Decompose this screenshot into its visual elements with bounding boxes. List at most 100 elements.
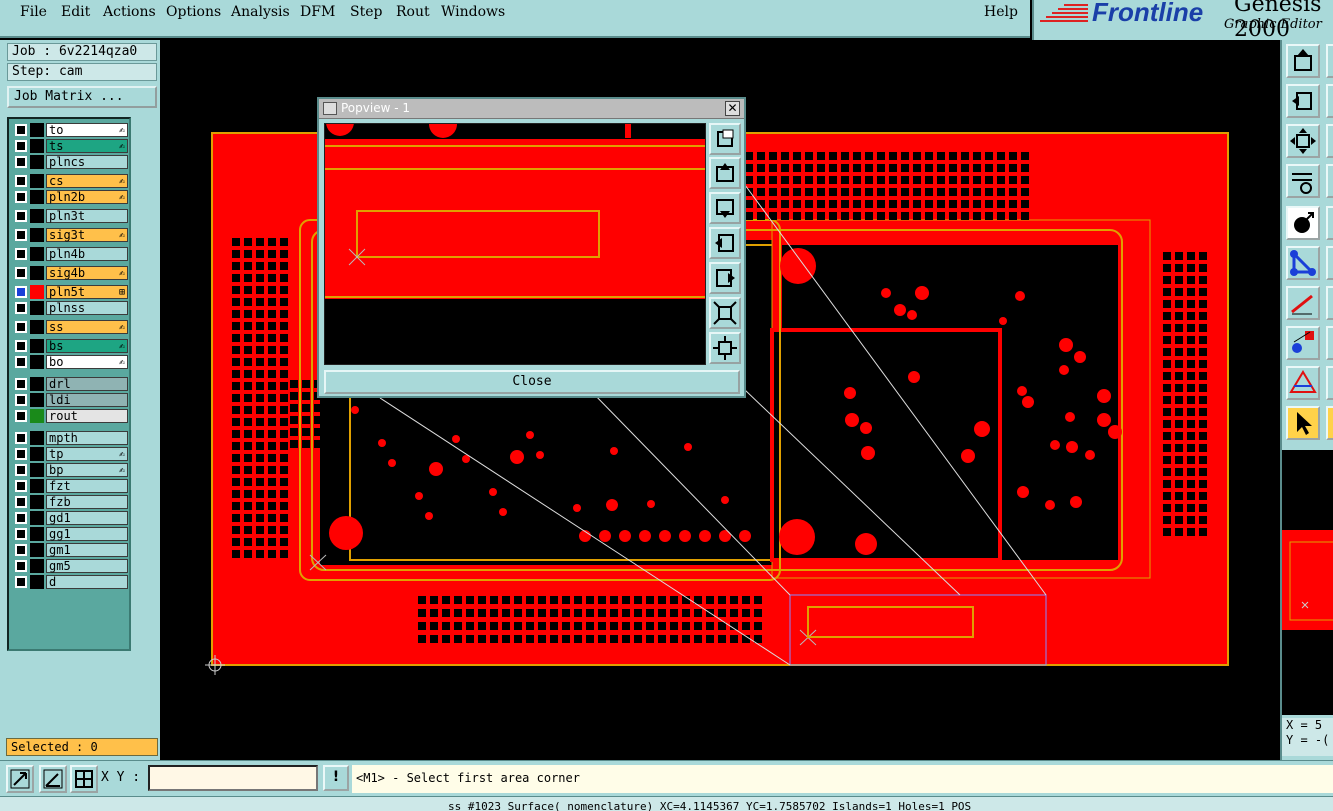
- layer-name[interactable]: gd1: [46, 511, 128, 525]
- layer-row-bp[interactable]: bp ✍: [12, 463, 130, 477]
- layer-row-gm1[interactable]: gm1: [12, 543, 130, 557]
- layer-name[interactable]: ss ✍: [46, 320, 128, 334]
- layer-color-swatch[interactable]: [30, 285, 44, 299]
- toolbar-extra-button[interactable]: [1326, 286, 1333, 320]
- layer-checkbox[interactable]: [15, 378, 27, 390]
- layer-color-swatch[interactable]: [30, 339, 44, 353]
- layer-name[interactable]: sig3t ✍: [46, 228, 128, 242]
- layer-row-cs[interactable]: cs ✍: [12, 174, 130, 188]
- layer-name[interactable]: to ✍: [46, 123, 128, 137]
- layer-color-swatch[interactable]: [30, 266, 44, 280]
- fit-screen-icon[interactable]: [1286, 124, 1320, 158]
- snap-icon[interactable]: [1286, 206, 1320, 240]
- layer-checkbox[interactable]: [15, 576, 27, 588]
- layer-color-swatch[interactable]: [30, 495, 44, 509]
- layer-row-tp[interactable]: tp ✍: [12, 447, 130, 461]
- layer-name[interactable]: drl: [46, 377, 128, 391]
- menu-step[interactable]: Step: [350, 4, 382, 20]
- layer-name[interactable]: pln4b: [46, 247, 128, 261]
- home-icon[interactable]: [1286, 44, 1320, 78]
- layer-name[interactable]: bs ✍: [46, 339, 128, 353]
- layer-row-rout[interactable]: rout: [12, 409, 130, 423]
- page-down-icon[interactable]: [709, 192, 741, 224]
- layer-checkbox[interactable]: [15, 448, 27, 460]
- toolbar-extra-button[interactable]: [1326, 246, 1333, 280]
- layer-row-ldi[interactable]: ldi: [12, 393, 130, 407]
- pan-left-icon[interactable]: [709, 227, 741, 259]
- layer-row-gg1[interactable]: gg1: [12, 527, 130, 541]
- layer-color-swatch[interactable]: [30, 355, 44, 369]
- toolbar-extra-button[interactable]: [1326, 124, 1333, 158]
- toolbar-extra-button[interactable]: [1326, 44, 1333, 78]
- zoom-in-icon[interactable]: [709, 297, 741, 329]
- popview-canvas[interactable]: [324, 123, 706, 365]
- layer-row-gm5[interactable]: gm5: [12, 559, 130, 573]
- layer-checkbox[interactable]: [15, 229, 27, 241]
- close-button[interactable]: Close: [324, 370, 740, 394]
- layer-color-swatch[interactable]: [30, 447, 44, 461]
- layer-color-swatch[interactable]: [30, 409, 44, 423]
- menu-dfm[interactable]: DFM: [300, 4, 335, 20]
- close-icon[interactable]: ✕: [725, 101, 740, 116]
- triangle-icon[interactable]: [1286, 366, 1320, 400]
- toolbar-extra-button[interactable]: [1326, 164, 1333, 198]
- layer-color-swatch[interactable]: [30, 393, 44, 407]
- layer-color-swatch[interactable]: [30, 479, 44, 493]
- layer-checkbox[interactable]: [15, 480, 27, 492]
- layer-name[interactable]: fzb: [46, 495, 128, 509]
- layer-row-bs[interactable]: bs ✍: [12, 339, 130, 353]
- menu-options[interactable]: Options: [166, 4, 221, 20]
- layer-name[interactable]: ldi: [46, 393, 128, 407]
- job-matrix-button[interactable]: Job Matrix ...: [7, 86, 157, 108]
- layer-name[interactable]: pln2b ✍: [46, 190, 128, 204]
- layer-row-d[interactable]: d: [12, 575, 130, 589]
- layer-name[interactable]: pln3t: [46, 209, 128, 223]
- layer-name[interactable]: plncs: [46, 155, 128, 169]
- layer-color-swatch[interactable]: [30, 174, 44, 188]
- layer-color-swatch[interactable]: [30, 527, 44, 541]
- layer-color-swatch[interactable]: [30, 463, 44, 477]
- layer-checkbox[interactable]: [15, 124, 27, 136]
- layer-color-swatch[interactable]: [30, 209, 44, 223]
- toolbar-extra-button[interactable]: [1326, 326, 1333, 360]
- layer-row-pln3t[interactable]: pln3t: [12, 209, 130, 223]
- window-menu-icon[interactable]: [323, 102, 337, 115]
- layer-checkbox[interactable]: [15, 140, 27, 152]
- layer-row-pln4b[interactable]: pln4b: [12, 247, 130, 261]
- layer-color-swatch[interactable]: [30, 155, 44, 169]
- layer-color-swatch[interactable]: [30, 301, 44, 315]
- layer-checkbox[interactable]: [15, 464, 27, 476]
- layer-color-swatch[interactable]: [30, 543, 44, 557]
- layer-checkbox[interactable]: [15, 410, 27, 422]
- toolbar-extra-button[interactable]: [1326, 84, 1333, 118]
- layer-color-swatch[interactable]: [30, 190, 44, 204]
- zoom-area-icon[interactable]: [1286, 84, 1320, 118]
- measure-icon[interactable]: [1286, 164, 1320, 198]
- layer-checkbox[interactable]: [15, 286, 27, 298]
- pad-icon[interactable]: [1286, 326, 1320, 360]
- layer-color-swatch[interactable]: [30, 123, 44, 137]
- layer-name[interactable]: gg1: [46, 527, 128, 541]
- menu-help[interactable]: Help: [984, 4, 1018, 20]
- layer-color-swatch[interactable]: [30, 559, 44, 573]
- layer-checkbox[interactable]: [15, 528, 27, 540]
- grid-icon[interactable]: [70, 765, 98, 793]
- layer-checkbox[interactable]: [15, 340, 27, 352]
- layer-name[interactable]: fzt: [46, 479, 128, 493]
- layer-row-pln2b[interactable]: pln2b ✍: [12, 190, 130, 204]
- layer-checkbox[interactable]: [15, 544, 27, 556]
- menu-actions[interactable]: Actions: [103, 4, 156, 20]
- layer-checkbox[interactable]: [15, 512, 27, 524]
- layer-name[interactable]: d: [46, 575, 128, 589]
- layer-row-ts[interactable]: ts ✍: [12, 139, 130, 153]
- menu-rout[interactable]: Rout: [396, 4, 430, 20]
- layer-checkbox[interactable]: [15, 496, 27, 508]
- menu-file[interactable]: File: [20, 4, 47, 20]
- layer-name[interactable]: gm5: [46, 559, 128, 573]
- layer-row-plncs[interactable]: plncs: [12, 155, 130, 169]
- zoom-fit-icon[interactable]: [709, 123, 741, 155]
- layer-name[interactable]: mpth: [46, 431, 128, 445]
- toolbar-extra-button[interactable]: [1326, 206, 1333, 240]
- layer-color-swatch[interactable]: [30, 320, 44, 334]
- layer-color-swatch[interactable]: [30, 247, 44, 261]
